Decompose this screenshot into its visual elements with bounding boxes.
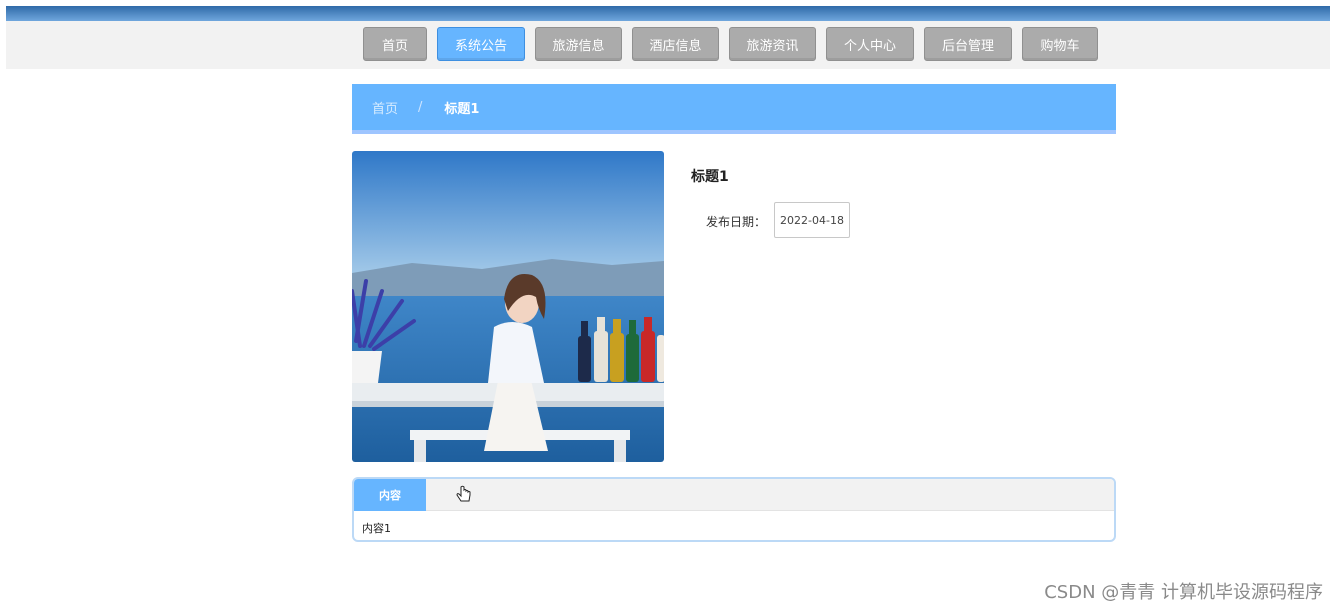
nav-item-cart[interactable]: 购物车 [1022,27,1098,61]
main-nav: 首页 系统公告 旅游信息 酒店信息 旅游资讯 个人中心 后台管理 购物车 [363,27,1098,61]
nav-item-announcements[interactable]: 系统公告 [437,27,525,61]
content-tabs: 内容 内容1 [352,477,1116,542]
nav-item-hotel-info[interactable]: 酒店信息 [632,27,719,61]
announcement-image [352,151,664,462]
breadcrumb-separator: / [418,99,423,115]
breadcrumb: 首页 / 标题1 [352,84,1116,134]
hand-pointer-icon [454,485,474,509]
breadcrumb-current: 标题1 [444,101,480,117]
nav-item-travel-news[interactable]: 旅游资讯 [729,27,816,61]
watermark: CSDN @青青 计算机毕设源码程序 [1044,582,1323,603]
nav-item-travel-info[interactable]: 旅游信息 [535,27,622,61]
nav-item-personal-center[interactable]: 个人中心 [826,27,914,61]
tabs-header: 内容 [354,479,1114,511]
announcement-title: 标题1 [691,169,729,185]
nav-item-admin[interactable]: 后台管理 [924,27,1012,61]
top-accent-bar [6,6,1330,21]
publish-date-value: 2022-04-18 [774,202,850,238]
breadcrumb-home-link[interactable]: 首页 [372,98,398,117]
tab-content[interactable]: 内容 [354,479,426,511]
publish-date-label: 发布日期： [706,215,767,229]
tab-content-body: 内容1 [362,522,391,535]
nav-item-home[interactable]: 首页 [363,27,427,61]
